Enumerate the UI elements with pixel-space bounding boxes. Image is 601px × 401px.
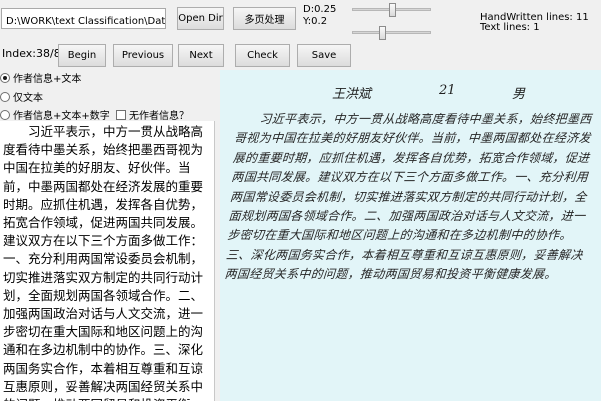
d-slider[interactable] — [352, 3, 431, 17]
no-author-label: 无作者信息？ — [129, 111, 189, 122]
option-author-text-number[interactable]: 作者信息+文本+数字 — [0, 107, 110, 122]
y-slider-thumb[interactable] — [379, 26, 386, 40]
radio-text-only[interactable] — [0, 91, 10, 102]
y-value-label: Y:0.2 — [303, 16, 328, 27]
multi-page-button[interactable]: 多页处理 — [233, 7, 296, 30]
option-author-text-number-label: 作者信息+文本+数字 — [13, 111, 110, 122]
option-text-only-label: 仅文本 — [13, 93, 43, 104]
index-label: Index:38/8 — [2, 47, 61, 60]
next-button[interactable]: Next — [178, 44, 224, 67]
d-value-label: D:0.25 — [303, 4, 337, 15]
no-author-check-box[interactable] — [116, 109, 126, 120]
begin-button[interactable]: Begin — [58, 44, 106, 67]
handwriting-image: 王洪斌 21 男 习近平表示，中方一贯从战略高度看待中墨关系，始终把墨西哥视为中… — [220, 70, 601, 401]
handwritten-text: 习近平表示，中方一贯从战略高度看待中墨关系，始终把墨西哥视为中国在拉美的好朋友好… — [224, 112, 593, 282]
previous-button[interactable]: Previous — [113, 44, 173, 67]
option-author-text-label: 作者信息+文本 — [13, 74, 82, 85]
option-author-text[interactable]: 作者信息+文本 — [0, 70, 81, 85]
path-input[interactable]: D:\WORK\text Classification\DataSet\国际要案… — [1, 8, 166, 29]
y-slider[interactable] — [352, 26, 431, 40]
save-button[interactable]: Save — [297, 44, 351, 67]
radio-author-text-number[interactable] — [0, 109, 10, 120]
d-slider-thumb[interactable] — [389, 3, 396, 17]
check-button[interactable]: Check — [235, 44, 290, 67]
text-content-panel[interactable]: 习近平表示，中方一贯从战略高度看待中墨关系，始终把墨西哥视为中国在拉美的好朋友、… — [0, 121, 215, 401]
radio-author-text[interactable] — [0, 72, 10, 83]
writer-gender: 男 — [512, 87, 526, 102]
writer-age: 21 — [439, 83, 456, 98]
no-author-checkbox[interactable]: 无作者信息？ — [116, 107, 189, 122]
text-lines-label: Text lines: 1 — [480, 22, 540, 33]
option-text-only[interactable]: 仅文本 — [0, 89, 43, 104]
open-dir-button[interactable]: Open Dir — [177, 7, 224, 30]
writer-name: 王洪斌 — [332, 87, 372, 102]
